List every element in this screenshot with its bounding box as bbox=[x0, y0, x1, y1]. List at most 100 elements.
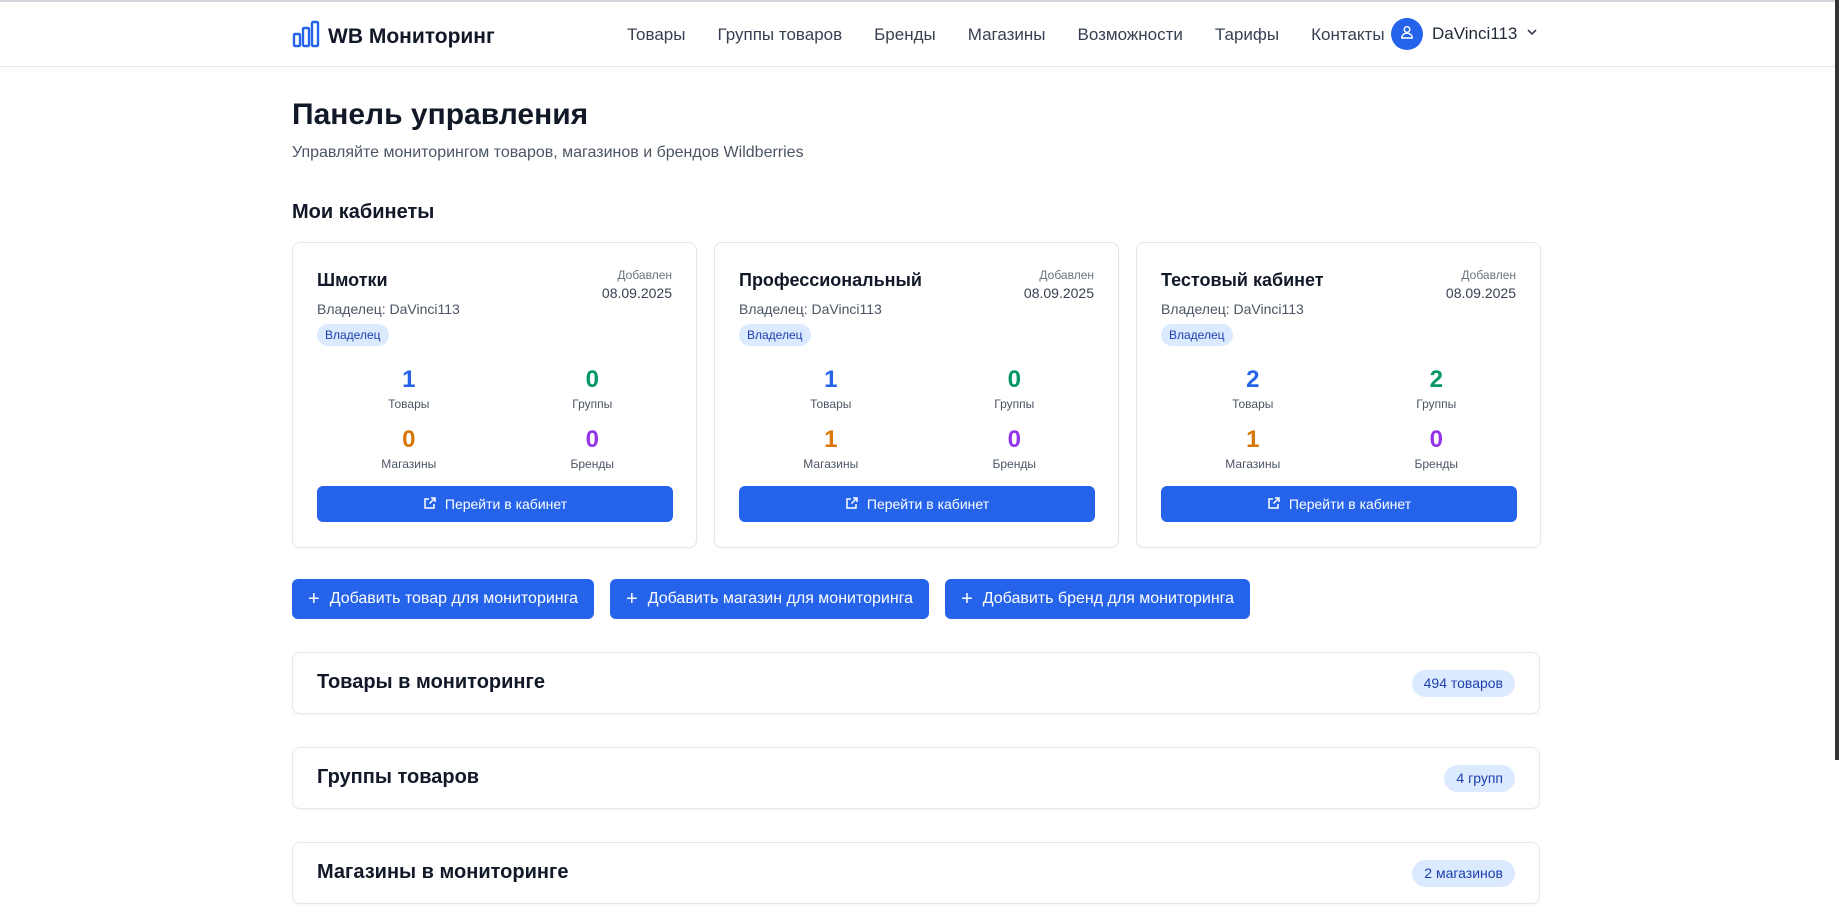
stat-value: 2 bbox=[1429, 366, 1443, 393]
stat-groups: 2 Группы bbox=[1345, 365, 1529, 411]
site-header: WB Мониторинг Товары Группы товаров Брен… bbox=[0, 2, 1835, 67]
stat-brands: 0 Бренды bbox=[501, 425, 685, 471]
open-cabinet-label: Перейти в кабинет bbox=[866, 496, 990, 512]
stat-shops: 1 Магазины bbox=[739, 425, 923, 471]
role-badge: Владелец bbox=[739, 324, 811, 346]
stat-value: 0 bbox=[1007, 366, 1021, 393]
nav-product-groups[interactable]: Группы товаров bbox=[717, 25, 842, 45]
stat-label: Группы bbox=[1416, 397, 1457, 411]
cabinet-owner: Владелец: DaVinci113 bbox=[739, 301, 882, 317]
logo[interactable]: WB Мониторинг bbox=[292, 20, 495, 53]
stat-label: Группы bbox=[572, 397, 613, 411]
products-panel[interactable]: Товары в мониторинге 494 товаров bbox=[292, 652, 1540, 714]
plus-icon: + bbox=[961, 588, 973, 610]
scrollbar[interactable] bbox=[1835, 0, 1839, 760]
open-cabinet-button[interactable]: Перейти в кабинет bbox=[1161, 486, 1517, 522]
cabinet-added-label: Добавлен bbox=[1039, 268, 1094, 282]
nav-shops[interactable]: Магазины bbox=[968, 25, 1046, 45]
open-cabinet-button[interactable]: Перейти в кабинет bbox=[739, 486, 1095, 522]
stat-label: Бренды bbox=[1414, 457, 1458, 471]
external-link-icon bbox=[1267, 496, 1281, 513]
external-link-icon bbox=[845, 496, 859, 513]
stat-brands: 0 Бренды bbox=[923, 425, 1107, 471]
stat-shops: 1 Магазины bbox=[1161, 425, 1345, 471]
add-brand-label: Добавить бренд для мониторинга bbox=[982, 590, 1235, 607]
external-link-icon bbox=[423, 496, 437, 513]
cabinet-stats: 1 Товары 0 Группы 0 Магазины 0 Бренды bbox=[317, 365, 684, 471]
add-brand-button[interactable]: + Добавить бренд для мониторинга bbox=[945, 579, 1251, 619]
stat-label: Группы bbox=[994, 397, 1035, 411]
user-menu[interactable]: DaVinci113 bbox=[1391, 18, 1538, 50]
stat-groups: 0 Группы bbox=[923, 365, 1107, 411]
panel-title: Группы товаров bbox=[317, 766, 480, 788]
nav-products[interactable]: Товары bbox=[627, 25, 685, 45]
stat-label: Бренды bbox=[570, 457, 614, 471]
add-shop-label: Добавить магазин для мониторинга bbox=[647, 590, 914, 607]
cabinet-owner: Владелец: DaVinci113 bbox=[317, 301, 460, 317]
open-cabinet-label: Перейти в кабинет bbox=[1288, 496, 1412, 512]
stat-brands: 0 Бренды bbox=[1345, 425, 1529, 471]
stat-label: Бренды bbox=[992, 457, 1036, 471]
add-product-button[interactable]: + Добавить товар для мониторинга bbox=[292, 579, 595, 619]
shops-panel[interactable]: Магазины в мониторинге 2 магазинов bbox=[292, 842, 1540, 904]
stat-value: 1 bbox=[824, 366, 838, 393]
nav-tariffs[interactable]: Тарифы bbox=[1215, 25, 1279, 45]
count-badge: 2 магазинов bbox=[1412, 860, 1515, 887]
user-name: DaVinci113 bbox=[1432, 24, 1518, 43]
stat-value: 0 bbox=[1007, 426, 1021, 453]
nav-contacts[interactable]: Контакты bbox=[1311, 25, 1384, 45]
stat-value: 0 bbox=[1429, 426, 1443, 453]
cabinet-card: Шмотки Добавлен 08.09.2025 Владелец: DaV… bbox=[292, 242, 697, 548]
page-title: Панель управления bbox=[292, 98, 589, 131]
role-badge: Владелец bbox=[1161, 324, 1233, 346]
cabinet-name: Шмотки bbox=[317, 270, 388, 290]
panel-title: Магазины в мониторинге bbox=[317, 861, 569, 883]
cabinet-added-date: 08.09.2025 bbox=[1445, 285, 1516, 301]
logo-text: WB Мониторинг bbox=[328, 24, 495, 48]
page-subtitle: Управляйте мониторингом товаров, магазин… bbox=[292, 144, 804, 161]
cabinet-owner: Владелец: DaVinci113 bbox=[1161, 301, 1304, 317]
stat-groups: 0 Группы bbox=[501, 365, 685, 411]
nav-brands[interactable]: Бренды bbox=[874, 25, 936, 45]
cabinets-list: Шмотки Добавлен 08.09.2025 Владелец: DaV… bbox=[292, 242, 1541, 548]
cabinet-stats: 2 Товары 2 Группы 1 Магазины 0 Бренды bbox=[1161, 365, 1528, 471]
nav-features[interactable]: Возможности bbox=[1078, 25, 1183, 45]
panel-title: Товары в мониторинге bbox=[317, 671, 545, 693]
bar-chart-icon bbox=[292, 20, 320, 53]
avatar bbox=[1391, 18, 1423, 50]
role-badge: Владелец bbox=[317, 324, 389, 346]
main-nav: Товары Группы товаров Бренды Магазины Во… bbox=[627, 2, 1417, 67]
stat-value: 0 bbox=[585, 426, 599, 453]
plus-icon: + bbox=[626, 588, 638, 610]
stat-value: 1 bbox=[1246, 426, 1260, 453]
count-badge: 4 групп bbox=[1444, 765, 1515, 792]
user-icon bbox=[1400, 25, 1414, 44]
cabinets-section-title: Мои кабинеты bbox=[292, 201, 435, 223]
plus-icon: + bbox=[308, 588, 320, 610]
stat-label: Товары bbox=[1232, 397, 1274, 411]
open-cabinet-label: Перейти в кабинет bbox=[444, 496, 568, 512]
stat-products: 1 Товары bbox=[317, 365, 501, 411]
stat-label: Магазины bbox=[803, 457, 859, 471]
stat-value: 1 bbox=[402, 366, 416, 393]
stat-products: 1 Товары bbox=[739, 365, 923, 411]
stat-shops: 0 Магазины bbox=[317, 425, 501, 471]
chevron-down-icon bbox=[1526, 25, 1538, 43]
add-product-label: Добавить товар для мониторинга bbox=[329, 590, 579, 607]
cabinet-name: Профессиональный bbox=[739, 270, 922, 290]
open-cabinet-button[interactable]: Перейти в кабинет bbox=[317, 486, 673, 522]
cabinet-added-date: 08.09.2025 bbox=[1023, 285, 1094, 301]
action-buttons: + Добавить товар для мониторинга + Добав… bbox=[292, 579, 1251, 619]
stat-label: Товары bbox=[388, 397, 430, 411]
cabinet-card: Тестовый кабинет Добавлен 08.09.2025 Вла… bbox=[1136, 242, 1541, 548]
count-badge: 494 товаров bbox=[1411, 670, 1515, 697]
stat-label: Товары bbox=[810, 397, 852, 411]
stat-value: 0 bbox=[585, 366, 599, 393]
cabinet-added-label: Добавлен bbox=[1461, 268, 1516, 282]
stat-value: 0 bbox=[402, 426, 416, 453]
stat-label: Магазины bbox=[1225, 457, 1281, 471]
product-groups-panel[interactable]: Группы товаров 4 групп bbox=[292, 747, 1540, 809]
add-shop-button[interactable]: + Добавить магазин для мониторинга bbox=[610, 579, 930, 619]
stat-value: 1 bbox=[824, 426, 838, 453]
cabinet-added-date: 08.09.2025 bbox=[601, 285, 672, 301]
